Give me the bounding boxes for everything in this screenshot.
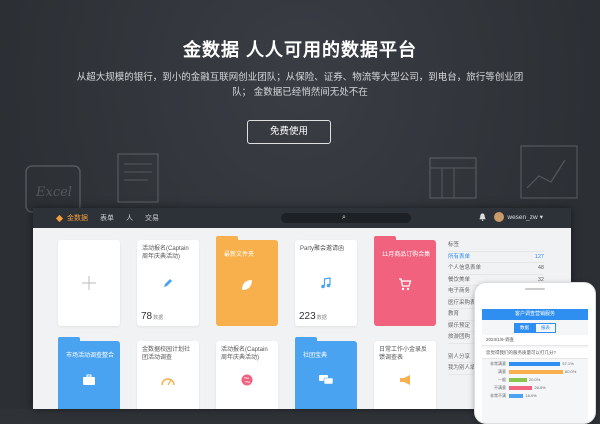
search-input[interactable]: ⌕ [281,213,411,223]
survey-bar-label: 非常不满 [490,392,506,398]
form-card[interactable]: 日常工作小金录反馈调查表 [374,341,436,409]
form-card[interactable]: 活动报名(Captain周年庆典活动) 78数据 [137,240,199,326]
cart-icon [374,278,436,296]
card-title: 日常工作小金录反馈调查表 [379,347,428,361]
gauge-icon [137,373,199,391]
card-title: 金数据校园计划社团活动调查 [142,347,191,361]
brand-name: 金数据 [67,215,88,222]
folder-title: 市场活动调查整合 [66,353,115,359]
briefcase-icon [58,373,120,391]
sidebar-item-personal[interactable]: 个人信息表单 48 [448,263,544,275]
survey-bar-row: 一般 20.0% [486,376,584,383]
survey-bar-value: 16.0% [525,393,537,398]
survey-bar-row: 非常满意 57.1% [486,360,584,367]
hero-subtitle: 从超大规模的银行，到小的金融互联网创业团队；从保险、证券、物流等大型公司，到电台… [76,72,524,98]
phone-speaker [525,288,545,290]
survey-question: 您觉得我们的服务质量可以打几分? [482,348,588,359]
survey-bar [509,393,524,398]
survey-bar [509,377,527,382]
tab-report[interactable]: 报表 [535,323,556,333]
chat-icon [295,373,357,391]
user-menu[interactable]: wesen_zw ▾ [479,212,543,222]
survey-bar-value: 60.0% [565,369,577,374]
chart-sketch-icon [520,145,578,199]
survey-bar [509,385,533,390]
card-title: 活动报名(Captain周年庆典活动) [142,246,189,260]
free-trial-button[interactable]: 免费使用 [247,120,331,144]
folder-card[interactable]: 11月商品订购合集 [374,236,436,326]
survey-bar-row: 不满意 26.0% [486,384,584,391]
username: wesen_zw [507,213,538,221]
folder-title: 最新文件夹 [224,252,255,258]
leaf-icon [216,278,278,297]
card-count: 223数据 [299,311,327,322]
nav-forms[interactable]: 表单 [100,213,114,223]
music-icon [295,276,357,294]
megaphone-icon [374,373,436,391]
app-logo[interactable]: 金数据 [55,213,88,223]
phone-screen: 客户调查营销服务 数据 报表 2023/1/9-调查 您觉得我们的服务质量可以打… [482,309,588,423]
card-count: 78数据 [141,311,164,322]
excel-sketch-text: Excel [35,185,72,200]
new-form-card[interactable] [58,240,120,326]
survey-bar-label: 满意 [498,368,506,374]
survey-bar-chart: 非常满意 57.1% 满意 60.0% 一般 20.0% 不满意 26.0% 非常不满 16.0% [482,360,588,399]
plus-icon [82,276,96,290]
form-card[interactable]: 金数据校园计划社团活动调查 [137,341,199,409]
hero-title: 金数据 人人可用的数据平台 [183,40,417,60]
card-title: 活动报名(Captain周年庆典活动) [221,347,268,361]
search-icon: ⌕ [342,214,346,221]
nav-people[interactable]: 人 [126,213,133,223]
survey-bar-label: 不满意 [494,384,506,390]
phone-mockup: 客户调查营销服务 数据 报表 2023/1/9-调查 您觉得我们的服务质量可以打… [474,282,596,424]
document-sketch-icon [117,153,159,203]
app-topbar: 金数据 表单 人 交易 ⌕ wesen_zw ▾ [33,208,571,228]
form-card[interactable]: Party聚会邀请函 223数据 [295,240,357,326]
phone-header: 客户调查营销服务 [482,309,588,320]
folder-card[interactable]: 市场活动调查整合 [58,337,120,409]
calendar-sketch-icon [429,157,477,199]
bell-icon[interactable] [479,213,486,221]
survey-bar-value: 20.0% [529,377,541,382]
survey-bar-value: 57.1% [562,361,574,366]
folder-title: 社团宝典 [303,353,328,359]
survey-date: 2023/1/9-调查 [482,335,588,346]
logo-icon [55,214,64,222]
folder-card[interactable]: 最新文件夹 [216,236,278,326]
survey-bar-row: 满意 60.0% [486,368,584,375]
survey-bar-row: 非常不满 16.0% [486,392,584,399]
pencil-icon [137,276,199,294]
folder-title: 11月商品订购合集 [382,252,431,258]
form-card[interactable]: 活动报名(Captain周年庆典活动) [216,341,278,409]
nav-transactions[interactable]: 交易 [145,213,159,223]
sidebar-item-all[interactable]: 所有表单 127 [448,252,544,263]
survey-bar-label: 一般 [498,376,506,382]
tab-data[interactable]: 数据 [514,323,535,333]
phone-tabs: 数据 报表 [482,323,588,333]
survey-bar [509,369,563,374]
sidebar-header: 标签 [448,240,544,252]
survey-bar-label: 非常满意 [490,360,506,366]
card-title: Party聚会邀请函 [300,246,345,252]
avatar [494,212,505,222]
survey-bar-value: 26.0% [534,385,546,390]
chevron-down-icon: ▾ [539,214,543,221]
survey-bar [509,361,561,366]
folder-card[interactable]: 社团宝典 [295,337,357,409]
globe-icon [216,373,278,391]
